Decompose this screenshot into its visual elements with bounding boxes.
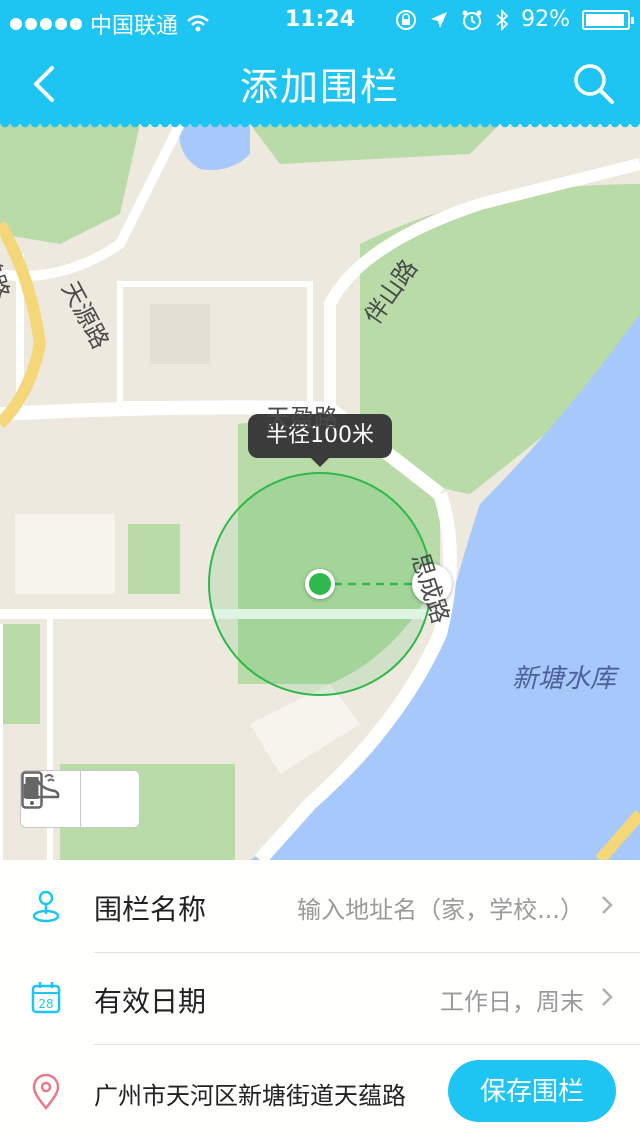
bluetooth-icon xyxy=(496,8,509,31)
save-fence-button[interactable]: 保存围栏 xyxy=(448,1060,616,1122)
lake-label: 新塘水库 xyxy=(512,664,617,694)
valid-date-label: 有效日期 xyxy=(94,985,207,1018)
battery-icon xyxy=(582,9,634,30)
search-icon[interactable] xyxy=(572,62,616,106)
chevron-right-icon xyxy=(602,988,613,1006)
map-pin-icon xyxy=(32,890,60,923)
map-view[interactable]: 半径100米 高普路 天源路 伴山路 天盈路 思成路 新塘水库 xyxy=(0,124,640,860)
top-bar: 中国联通 11:24 92% 添加围栏 xyxy=(0,0,640,130)
chevron-right-icon xyxy=(602,896,613,914)
device-mode-toggle xyxy=(20,770,140,828)
fence-name-row[interactable]: 围栏名称 输入地址名（家，学校...） xyxy=(0,860,640,952)
calendar-day: 28 xyxy=(38,997,53,1011)
nav-bar: 添加围栏 xyxy=(0,40,640,124)
divider xyxy=(94,1044,640,1045)
location-pin-icon xyxy=(32,1074,60,1110)
map-canvas xyxy=(0,124,640,860)
fence-name-placeholder: 输入地址名（家，学校...） xyxy=(297,896,584,924)
fence-address: 广州市天河区新塘街道天蕴路 xyxy=(94,1082,406,1110)
calendar-icon: 28 xyxy=(31,982,61,1014)
shoe-mode-button[interactable] xyxy=(23,771,140,827)
battery-percent: 92% xyxy=(521,7,570,32)
road-label: 天盈路 xyxy=(266,404,338,432)
location-arrow-icon xyxy=(431,11,448,28)
fence-center-dot xyxy=(305,569,335,599)
shoe-icon xyxy=(23,774,60,799)
alarm-icon xyxy=(462,10,482,30)
fence-name-label: 围栏名称 xyxy=(94,893,207,926)
valid-date-row[interactable]: 28 有效日期 工作日，周末 xyxy=(0,952,640,1044)
status-bar: 中国联通 11:24 92% xyxy=(0,0,640,40)
page-title: 添加围栏 xyxy=(239,65,400,109)
lock-rotation-icon xyxy=(396,9,417,30)
valid-date-value: 工作日，周末 xyxy=(440,988,584,1016)
